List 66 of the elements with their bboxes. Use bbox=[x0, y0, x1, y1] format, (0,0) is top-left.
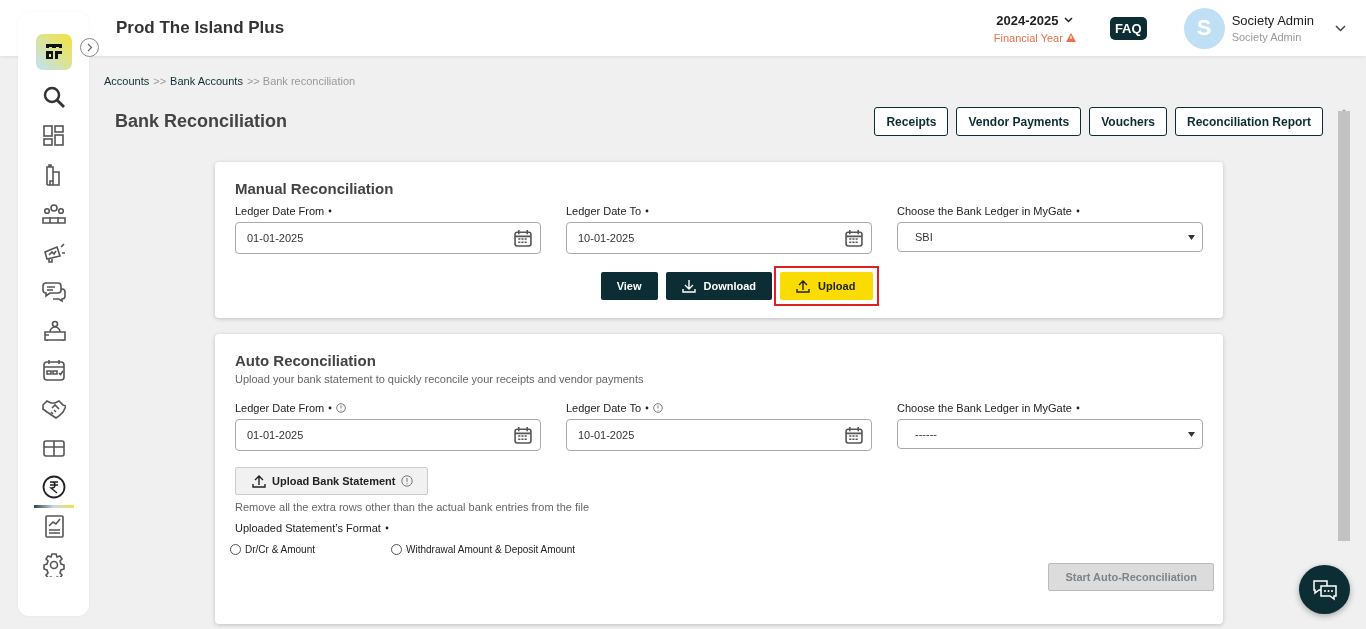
reception-desk-icon bbox=[41, 319, 66, 343]
info-icon bbox=[401, 475, 414, 487]
chat-icon bbox=[1311, 577, 1338, 602]
financial-year-label: Financial Year bbox=[993, 31, 1063, 44]
section-subtitle: Upload your bank statement to quickly reconcile your receipts and vendor payments bbox=[235, 373, 645, 385]
action-button[interactable]: Reconciliation Report bbox=[1175, 107, 1323, 136]
date-field[interactable]: 10-01-2025 bbox=[566, 222, 872, 254]
warning-icon bbox=[1065, 33, 1076, 42]
chevron-right-icon bbox=[85, 43, 94, 52]
user-role: Society Admin bbox=[1231, 31, 1303, 43]
calendar-icon bbox=[513, 426, 533, 444]
action-button[interactable]: Receipts bbox=[874, 107, 949, 136]
section-title: Auto Reconciliation bbox=[235, 352, 377, 369]
hint-text: Remove all the extra rows other than the actual bank entries from the file bbox=[235, 501, 590, 513]
chat-bubbles-icon bbox=[41, 280, 66, 304]
page-title: Bank Reconciliation bbox=[115, 111, 289, 132]
field-label: Choose the Bank Ledger in MyGate bbox=[897, 205, 1072, 217]
breadcrumb-link[interactable]: Accounts bbox=[104, 75, 150, 87]
date-field[interactable]: 01-01-2025 bbox=[235, 222, 541, 254]
rupee-icon bbox=[41, 475, 66, 499]
logo-mark-icon bbox=[43, 43, 64, 61]
app-title: Prod The Island Plus bbox=[116, 18, 286, 38]
user-name: Society Admin bbox=[1231, 13, 1314, 28]
field-label: Uploaded Statement’s Format bbox=[235, 522, 381, 534]
calendar-icon bbox=[513, 229, 533, 247]
chevron-down-icon bbox=[1064, 17, 1074, 23]
dropdown[interactable]: ------ bbox=[897, 419, 1203, 449]
year-selector[interactable]: 2024-2025 bbox=[996, 12, 1074, 28]
breadcrumb-current: >> Bank reconciliation bbox=[246, 75, 356, 87]
faq-button[interactable]: FAQ bbox=[1109, 16, 1147, 40]
date-field[interactable]: 10-01-2025 bbox=[566, 419, 872, 451]
radio-option[interactable]: Withdrawal Amount & Deposit Amount bbox=[391, 544, 575, 555]
field-label: Choose the Bank Ledger in MyGate bbox=[897, 402, 1072, 414]
field-label: Ledger Date From bbox=[235, 402, 325, 414]
settings-icon bbox=[41, 553, 66, 577]
dashboard-icon bbox=[41, 124, 66, 148]
calendar-icon bbox=[844, 229, 864, 247]
chat-button[interactable] bbox=[1299, 565, 1350, 614]
dropdown[interactable]: SBI bbox=[897, 222, 1203, 252]
calendar-icon bbox=[41, 358, 66, 382]
upload-statement-button[interactable]: Upload Bank Statement bbox=[235, 467, 429, 495]
field-label: Ledger Date To bbox=[566, 205, 642, 217]
radio-option[interactable]: Dr/Cr & Amount bbox=[230, 544, 316, 555]
breadcrumb-link[interactable]: Bank Accounts bbox=[170, 75, 243, 87]
action-button[interactable]: Vouchers bbox=[1089, 107, 1167, 136]
breadcrumb-separator: >> bbox=[153, 75, 167, 87]
search-icon bbox=[41, 85, 66, 109]
avatar: S bbox=[1183, 7, 1225, 49]
section-title: Manual Reconciliation bbox=[235, 180, 395, 197]
chevron-down-icon bbox=[1335, 24, 1346, 32]
upload-icon bbox=[252, 474, 266, 488]
caret-down-icon bbox=[1188, 431, 1195, 437]
megaphone-icon bbox=[41, 241, 66, 265]
action-button[interactable]: View bbox=[600, 272, 658, 300]
field-label: Ledger Date To bbox=[566, 402, 642, 414]
download-icon bbox=[681, 279, 696, 293]
action-button[interactable]: Vendor Payments bbox=[956, 107, 1082, 136]
field-label: Ledger Date From bbox=[235, 205, 325, 217]
caret-down-icon bbox=[1188, 234, 1195, 240]
logo[interactable] bbox=[35, 34, 72, 70]
date-field[interactable]: 01-01-2025 bbox=[235, 419, 541, 451]
upload-icon bbox=[796, 279, 811, 293]
calendar-icon bbox=[844, 426, 864, 444]
action-button[interactable]: Download bbox=[665, 272, 773, 300]
action-button[interactable]: Upload bbox=[780, 272, 874, 300]
people-icon bbox=[41, 202, 66, 226]
